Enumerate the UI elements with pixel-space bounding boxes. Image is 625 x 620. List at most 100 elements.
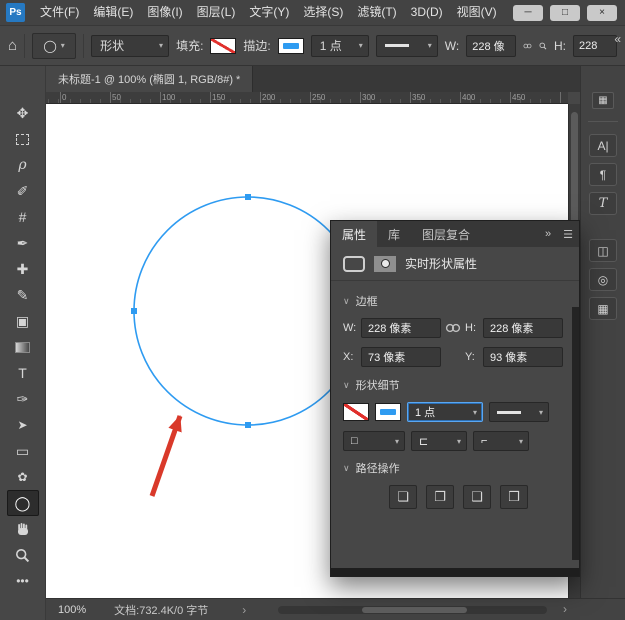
horizontal-scrollbar-thumb[interactable] <box>362 607 467 613</box>
path-selection-icon: ➤ <box>17 418 27 432</box>
ruler-tick: 350 <box>412 93 425 102</box>
fill-swatch[interactable] <box>210 38 236 54</box>
edit-toolbar-button[interactable]: ••• <box>7 568 39 594</box>
menu-image[interactable]: 图像(I) <box>140 0 189 25</box>
move-tool[interactable]: ✥ <box>7 100 39 126</box>
ellipse-tool[interactable]: ◯ <box>7 490 39 516</box>
fill-swatch[interactable] <box>343 403 369 421</box>
clone-stamp-tool[interactable]: ▣ <box>7 308 39 334</box>
paragraph-panel-icon[interactable]: ¶ <box>589 163 617 186</box>
stroke-width-select[interactable]: 1 点 ▾ <box>407 402 483 422</box>
zoom-tool[interactable] <box>7 542 39 568</box>
divider <box>83 34 84 58</box>
panel-header: 实时形状属性 <box>331 247 579 281</box>
document-tab-bar: 未标题-1 @ 100% (椭圆 1, RGB/8#) * <box>46 66 580 92</box>
subtract-front-shape-button[interactable]: ❐ <box>426 485 454 509</box>
panel-scrollbar[interactable] <box>572 307 579 560</box>
character-panel-icon[interactable]: A| <box>589 134 617 157</box>
ellipse-shape-path[interactable] <box>134 197 362 425</box>
stroke-cap-select[interactable]: ⊏ ▾ <box>411 431 467 451</box>
minimize-button[interactable]: ─ <box>513 5 543 21</box>
custom-shape-tool[interactable]: ✿ <box>7 464 39 490</box>
width-input[interactable]: 228 像 <box>466 35 516 57</box>
link-dimensions-icon[interactable] <box>523 41 532 51</box>
vector-mask-icon[interactable] <box>374 256 396 272</box>
combine-shapes-button[interactable]: ❏ <box>389 485 417 509</box>
tab-properties[interactable]: 属性 <box>331 221 377 247</box>
shape-layer-icon[interactable] <box>343 256 365 272</box>
glyphs-panel-icon[interactable]: T <box>589 192 617 215</box>
scroll-right-icon[interactable]: › <box>563 602 567 616</box>
anchor-point-top[interactable] <box>245 194 251 200</box>
height-input[interactable]: 228 <box>573 35 617 57</box>
menu-edit[interactable]: 编辑(E) <box>86 0 140 25</box>
type-tool[interactable]: T <box>7 360 39 386</box>
section-transform[interactable]: ∨ 边框 <box>343 293 567 309</box>
document-tab[interactable]: 未标题-1 @ 100% (椭圆 1, RGB/8#) * <box>46 66 253 92</box>
pen-tool[interactable]: ✑ <box>7 386 39 412</box>
stroke-width-select[interactable]: 1 点 ▾ <box>311 35 369 57</box>
options-bar: ⌂ ◯ ▾ 形状 ▾ 填充: 描边: 1 点 ▾ ▾ W: 228 像 <box>0 26 625 66</box>
hand-tool[interactable] <box>7 516 39 542</box>
intersect-shapes-button[interactable]: ❑ <box>463 485 491 509</box>
section-shape-details[interactable]: ∨ 形状细节 <box>343 377 567 393</box>
status-chevron-icon[interactable]: › <box>242 603 246 617</box>
stroke-swatch[interactable] <box>278 38 304 54</box>
menu-select[interactable]: 选择(S) <box>296 0 350 25</box>
caret-down-icon: ▾ <box>473 408 477 417</box>
gradient-tool[interactable] <box>7 334 39 360</box>
search-icon[interactable] <box>539 39 547 53</box>
zoom-level-field[interactable]: 100% <box>58 604 86 616</box>
crop-tool[interactable]: # <box>7 204 39 230</box>
home-icon[interactable]: ⌂ <box>8 37 17 54</box>
menu-file[interactable]: 文件(F) <box>33 0 86 25</box>
panel-menu-icon[interactable]: ☰ <box>557 221 579 247</box>
menu-layer[interactable]: 图层(L) <box>190 0 243 25</box>
menu-filter[interactable]: 滤镜(T) <box>350 0 403 25</box>
eyedropper-icon: ✒ <box>17 235 29 252</box>
anchor-point-bottom[interactable] <box>245 422 251 428</box>
stroke-label: 描边: <box>243 37 270 54</box>
caret-down-icon: ▾ <box>359 41 363 50</box>
layer-comps-panel-icon[interactable]: ◫ <box>589 239 617 262</box>
panel-resize-bar[interactable] <box>331 568 579 576</box>
anchor-point-left[interactable] <box>131 308 137 314</box>
close-button[interactable]: × <box>587 5 617 21</box>
menu-view[interactable]: 视图(V) <box>450 0 504 25</box>
height-field[interactable]: 228 像素 <box>483 318 563 338</box>
color-table-panel-icon[interactable]: ▦ <box>589 297 617 320</box>
link-wh-icon[interactable] <box>443 323 463 333</box>
section-path-operations[interactable]: ∨ 路径操作 <box>343 460 567 476</box>
ruler-tick: 450 <box>512 93 525 102</box>
adjustments-panel-icon[interactable]: ▦ <box>592 92 614 109</box>
collapse-panels-icon[interactable]: « <box>614 32 621 46</box>
exclude-overlapping-shapes-button[interactable]: ❒ <box>500 485 528 509</box>
menu-3d[interactable]: 3D(D) <box>404 0 450 25</box>
stroke-style-select[interactable]: ▾ <box>376 35 438 57</box>
tab-libraries[interactable]: 库 <box>377 221 411 247</box>
eyedropper-tool[interactable]: ✒ <box>7 230 39 256</box>
stroke-align-select[interactable]: □ ▾ <box>343 431 405 451</box>
path-selection-tool[interactable]: ➤ <box>7 412 39 438</box>
brush-tool[interactable]: ✎ <box>7 282 39 308</box>
healing-brush-tool[interactable]: ✚ <box>7 256 39 282</box>
marquee-tool[interactable] <box>7 126 39 152</box>
menu-type[interactable]: 文字(Y) <box>242 0 296 25</box>
horizontal-scrollbar[interactable] <box>278 606 547 614</box>
tool-preset-button[interactable]: ◯ ▾ <box>32 33 76 59</box>
maximize-button[interactable]: □ <box>550 5 580 21</box>
tool-mode-select[interactable]: 形状 ▾ <box>91 35 169 57</box>
x-field[interactable]: 73 像素 <box>361 347 441 367</box>
section-transform-label: 边框 <box>356 293 378 309</box>
y-field[interactable]: 93 像素 <box>483 347 563 367</box>
swatches-panel-icon[interactable]: ◎ <box>589 268 617 291</box>
rectangle-tool[interactable]: ▭ <box>7 438 39 464</box>
stroke-style-select[interactable]: ▾ <box>489 402 549 422</box>
expand-panel-icon[interactable]: » <box>539 221 557 247</box>
tab-layer-comps[interactable]: 图层复合 <box>411 221 481 247</box>
quick-selection-tool[interactable]: ✐ <box>7 178 39 204</box>
stroke-swatch[interactable] <box>375 403 401 421</box>
lasso-tool[interactable]: ρ <box>7 152 39 178</box>
stroke-corner-select[interactable]: ⌐ ▾ <box>473 431 529 451</box>
width-field[interactable]: 228 像素 <box>361 318 441 338</box>
